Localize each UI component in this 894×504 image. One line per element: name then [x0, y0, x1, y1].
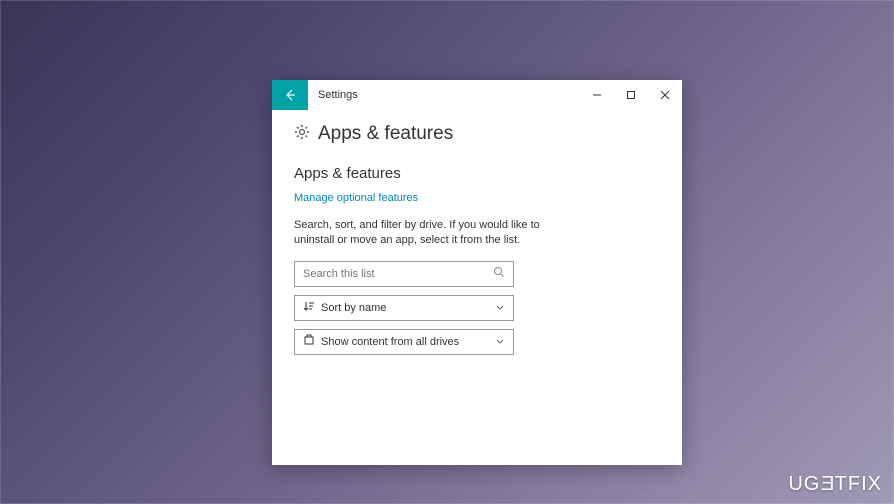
section-title: Apps & features [294, 165, 660, 182]
window-title: Settings [308, 89, 580, 101]
gear-icon [294, 124, 310, 145]
close-icon [660, 90, 670, 100]
maximize-icon [626, 90, 636, 100]
filter-dropdown[interactable]: Show content from all drives [294, 329, 514, 355]
sort-icon [303, 299, 315, 317]
manage-optional-features-link[interactable]: Manage optional features [294, 192, 660, 204]
page-title: Apps & features [318, 123, 453, 145]
titlebar: Settings [272, 80, 682, 110]
page-header: Apps & features [294, 122, 660, 145]
description-text: Search, sort, and filter by drive. If yo… [294, 218, 554, 249]
search-input[interactable] [303, 268, 493, 280]
window-controls [580, 80, 682, 110]
watermark: UGETFIX [788, 473, 882, 496]
maximize-button[interactable] [614, 80, 648, 110]
sort-dropdown[interactable]: Sort by name [294, 295, 514, 321]
chevron-down-icon [495, 299, 505, 317]
minimize-icon [592, 90, 602, 100]
minimize-button[interactable] [580, 80, 614, 110]
close-button[interactable] [648, 80, 682, 110]
search-icon [493, 265, 505, 283]
search-box[interactable] [294, 261, 514, 287]
filter-label: Show content from all drives [321, 336, 495, 348]
back-button[interactable] [272, 80, 308, 110]
sort-label: Sort by name [321, 302, 495, 314]
settings-window: Settings [272, 80, 682, 465]
drive-icon [303, 333, 315, 351]
chevron-down-icon [495, 333, 505, 351]
content-area: Apps & features Apps & features Manage o… [272, 110, 682, 375]
back-arrow-icon [283, 88, 297, 102]
